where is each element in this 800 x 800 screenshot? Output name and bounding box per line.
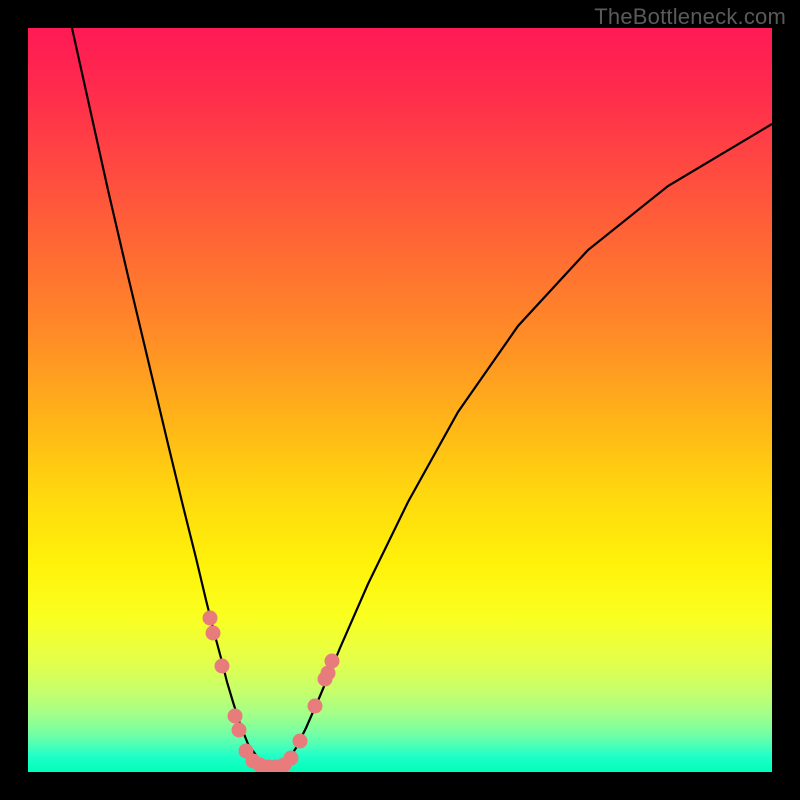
curve-layer bbox=[28, 28, 772, 772]
curve-path bbox=[72, 28, 772, 766]
curve-marker bbox=[232, 723, 247, 738]
chart-frame: TheBottleneck.com bbox=[0, 0, 800, 800]
curve-marker bbox=[293, 734, 308, 749]
curve-marker bbox=[206, 626, 221, 641]
curve-marker bbox=[325, 654, 340, 669]
curve-marker bbox=[203, 611, 218, 626]
curve-marker bbox=[215, 659, 230, 674]
plot-area bbox=[28, 28, 772, 772]
bottleneck-curve bbox=[72, 28, 772, 766]
curve-marker bbox=[228, 709, 243, 724]
curve-marker bbox=[284, 751, 299, 766]
curve-markers bbox=[203, 611, 340, 773]
curve-marker bbox=[308, 699, 323, 714]
watermark-text: TheBottleneck.com bbox=[594, 4, 786, 30]
